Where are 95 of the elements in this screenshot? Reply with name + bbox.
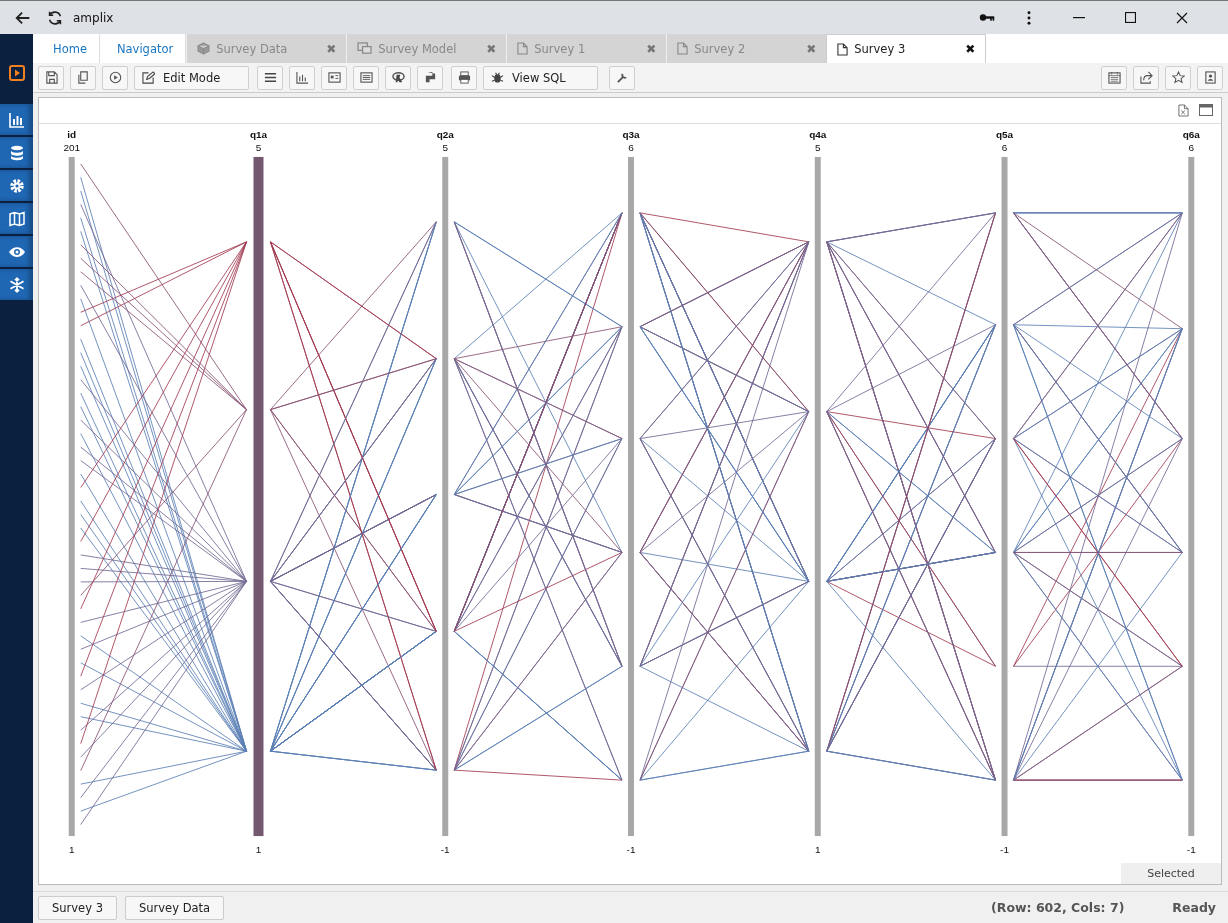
axis-max-label: 5 <box>442 141 448 153</box>
axis-name: q2a <box>436 128 454 140</box>
toolbar-icon <box>44 71 58 84</box>
toolbar-icon <box>615 71 629 84</box>
selected-label: Selected <box>1121 863 1221 884</box>
tab[interactable]: Survey Data ✖ <box>186 34 347 63</box>
close-tab-icon[interactable]: ✖ <box>965 42 976 56</box>
sheet-tab[interactable]: Survey 3 <box>38 895 117 920</box>
toolbar-icon <box>76 71 90 84</box>
toolbar-icon-button[interactable] <box>353 65 379 90</box>
toolbar-icon-button[interactable] <box>385 65 411 90</box>
edit-icon <box>142 71 155 84</box>
tab[interactable]: Survey Model ✖ <box>346 34 507 63</box>
axis-max-label: 6 <box>1188 141 1195 153</box>
axis-min-label: 1 <box>68 844 75 855</box>
database-icon <box>8 144 25 161</box>
excel-file-icon[interactable] <box>1178 104 1189 117</box>
key-icon[interactable] <box>979 13 995 22</box>
row-count-status: (Row: 602, Cols: 7) <box>991 900 1125 915</box>
toolbar-icon-button[interactable] <box>70 65 96 90</box>
eye-icon <box>7 245 26 258</box>
sidebar-button[interactable] <box>0 137 33 168</box>
share-icon <box>1139 71 1153 84</box>
toolbar-icon-button[interactable] <box>451 65 477 90</box>
reload-icon[interactable] <box>46 8 64 27</box>
sidebar-button[interactable] <box>0 104 33 135</box>
sidebar-button[interactable] <box>0 269 33 300</box>
toolbar-icon-button[interactable] <box>102 65 128 90</box>
axis-bar[interactable] <box>253 156 264 837</box>
ready-status: Ready <box>1172 900 1216 915</box>
cube-icon <box>197 42 211 55</box>
close-tab-icon[interactable]: ✖ <box>486 41 497 56</box>
document-icon <box>517 42 529 55</box>
axis-name: q1a <box>249 128 268 140</box>
sheet-tab[interactable]: Survey Data <box>125 895 225 920</box>
toolbar-icon-button[interactable] <box>609 65 635 90</box>
axis-max-label: 6 <box>628 141 634 153</box>
star-icon <box>1171 71 1185 84</box>
toolbar-icon <box>295 71 309 84</box>
axis-min-label: -1 <box>440 844 450 855</box>
toolbar-icon <box>359 71 373 84</box>
toolbar-icon <box>457 71 471 84</box>
toolbar-icon-button[interactable] <box>289 65 315 90</box>
document-icon <box>677 42 689 55</box>
toolbar-icon <box>423 71 437 84</box>
axis-max-label: 5 <box>255 141 262 153</box>
axis-min-label: 1 <box>255 844 262 855</box>
close-tab-icon[interactable]: ✖ <box>806 41 817 56</box>
play-icon[interactable] <box>8 65 25 81</box>
bug-icon <box>491 71 504 84</box>
axis-name: q6a <box>1182 128 1200 140</box>
toolbar-icon-button[interactable] <box>257 65 283 90</box>
map-icon <box>8 210 25 227</box>
axis-name: id <box>67 128 77 140</box>
toolbar-icon-button[interactable] <box>417 65 443 90</box>
close-icon[interactable] <box>1176 11 1188 24</box>
axis-min-label: -1 <box>1186 844 1196 855</box>
tab[interactable]: Survey 1 ✖ <box>506 34 667 63</box>
toolbar-icon <box>263 71 277 84</box>
snowflake-icon <box>8 276 25 293</box>
axis-min-label: -1 <box>626 844 636 855</box>
monitor-icon <box>357 42 373 55</box>
close-tab-icon[interactable]: ✖ <box>326 41 337 56</box>
more-options-icon[interactable] <box>1027 10 1031 25</box>
contact-card-icon <box>1203 71 1217 84</box>
toolbar-icon <box>108 71 122 84</box>
toolbar-icon-button[interactable] <box>1165 65 1191 90</box>
minimize-icon[interactable] <box>1073 16 1085 19</box>
bar-chart-icon <box>8 111 25 128</box>
sidebar-button[interactable] <box>0 170 33 201</box>
tab[interactable]: Survey 3 ✖ <box>826 34 987 63</box>
document-icon <box>837 42 849 56</box>
axis-max-label: 5 <box>815 141 821 153</box>
toolbar-icon <box>327 71 341 84</box>
sidebar-button[interactable] <box>0 203 33 234</box>
toolbar-icon <box>391 71 405 84</box>
gear-icon <box>8 177 25 194</box>
axis-max-label: 201 <box>63 141 81 153</box>
toolbar-icon-button[interactable] <box>38 65 64 90</box>
axis-name: q4a <box>809 128 827 140</box>
window-icon[interactable] <box>1199 104 1213 117</box>
axis-min-label: -1 <box>1000 844 1009 855</box>
maximize-icon[interactable] <box>1125 12 1136 23</box>
toolbar-button[interactable]: View SQL <box>483 65 598 90</box>
axis-name: q5a <box>995 128 1014 140</box>
tab[interactable]: Survey 2 ✖ <box>666 34 827 63</box>
axis-name: q3a <box>622 128 640 140</box>
calendar-icon <box>1107 71 1121 84</box>
axis-max-label: 6 <box>1001 141 1008 153</box>
toolbar-icon-button[interactable] <box>1133 65 1159 90</box>
sidebar-button[interactable] <box>0 236 33 267</box>
toolbar-button[interactable]: Edit Mode <box>134 65 249 90</box>
axis-min-label: 1 <box>815 844 821 855</box>
window-title: amplix <box>73 10 114 25</box>
close-tab-icon[interactable]: ✖ <box>646 41 657 56</box>
